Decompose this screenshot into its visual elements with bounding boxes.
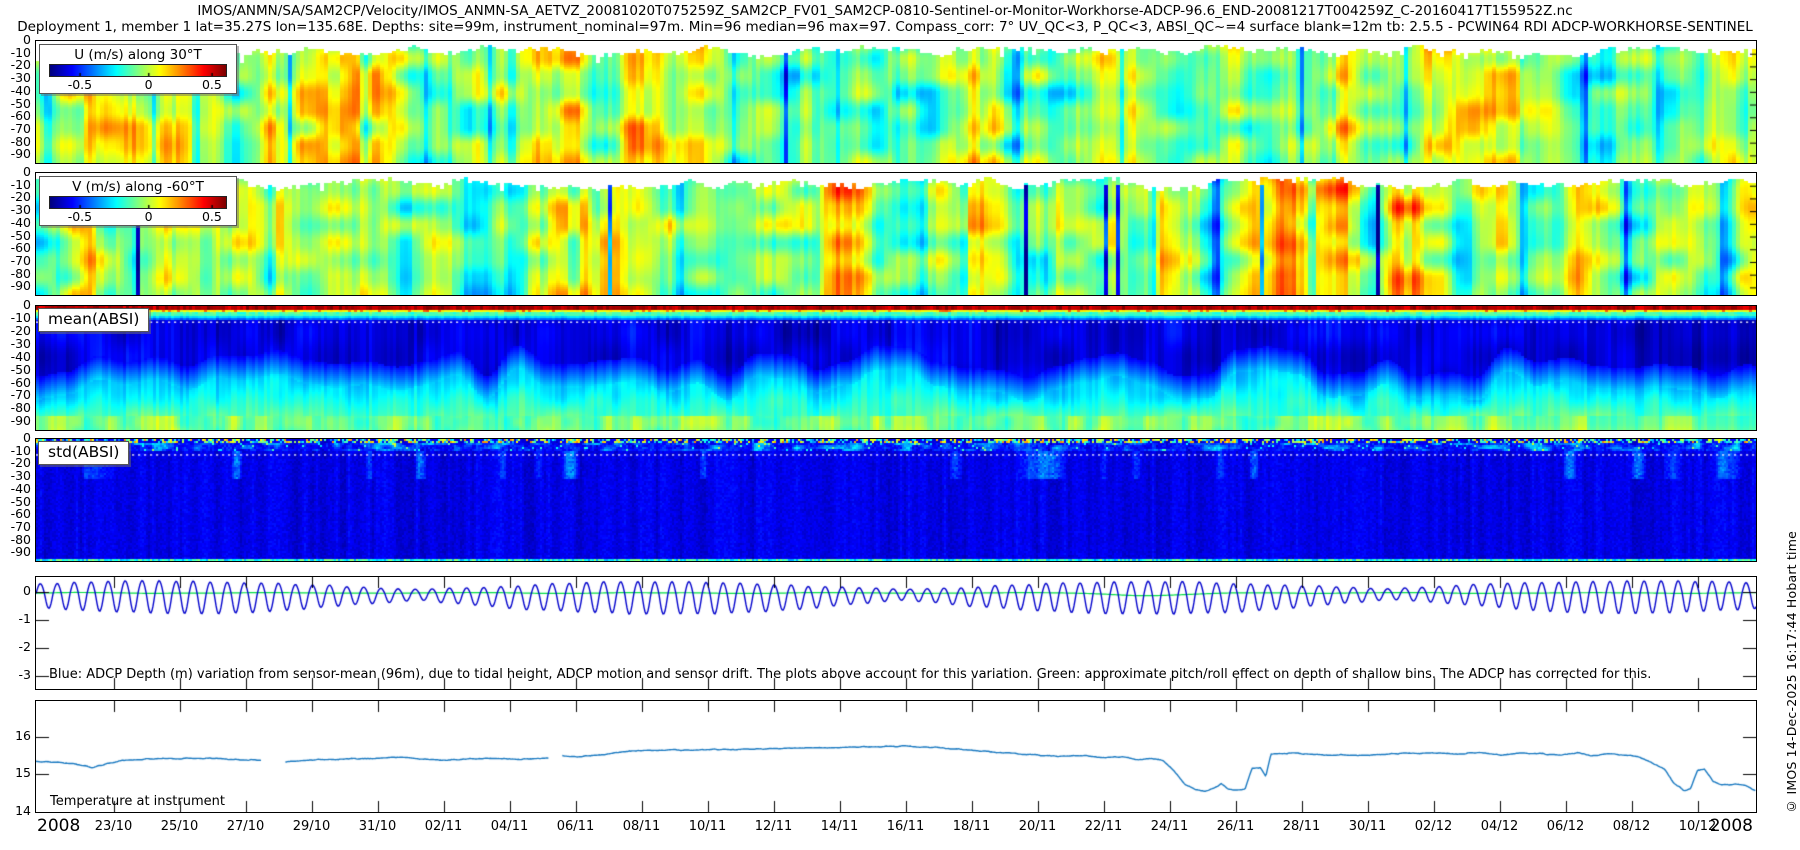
- jet-colorbar: [50, 197, 226, 208]
- y-axis-labels-temperature: 141516: [0, 700, 33, 813]
- x-tick-label: 18/11: [953, 819, 990, 834]
- colorbar-tick-label: 0.5: [202, 77, 222, 92]
- x-tick-label: 10/12: [1679, 819, 1716, 834]
- x-axis-date-labels: 2008 2008 23/1025/1027/1029/1031/1002/11…: [35, 815, 1757, 843]
- v-colorbar-wrap: -0.5 0 0.5: [50, 197, 226, 223]
- y-axis-depth-labels-u: 0-10-20-30-40-50-60-70-80-90: [0, 40, 33, 164]
- y-axis-depth-labels-v: 0-10-20-30-40-50-60-70-80-90: [0, 172, 33, 296]
- colorbar-tick-label: -0.5: [68, 209, 92, 224]
- x-tick-label: 10/11: [689, 819, 726, 834]
- x-tick-label: 29/10: [293, 819, 330, 834]
- x-tick-label: 27/10: [227, 819, 264, 834]
- u-colorbar-wrap: -0.5 0 0.5: [50, 65, 226, 91]
- x-tick-label: 12/11: [755, 819, 792, 834]
- panel-adcp-depth-variation: Blue: ADCP Depth (m) variation from sens…: [35, 576, 1757, 690]
- y-tick-label: 15: [15, 767, 31, 780]
- panel-u-velocity-heatmap: U (m/s) along 30°T -0.5 0 0.5: [35, 40, 1757, 164]
- y-tick-label: 0: [23, 585, 31, 598]
- y-tick-label: -90: [11, 280, 31, 293]
- x-tick-label: 04/11: [491, 819, 528, 834]
- y-axis-labels-depth-variation: 0 -1 -2 -3: [0, 576, 33, 690]
- y-tick-label: -1: [19, 613, 31, 626]
- y-tick-label: -90: [11, 546, 31, 559]
- figure-subtitle-deployment: Deployment 1, member 1 lat=35.27S lon=13…: [0, 19, 1770, 35]
- colorbar-tick-label: 0: [145, 209, 153, 224]
- x-tick-label: 02/12: [1415, 819, 1452, 834]
- x-tick-label: 30/11: [1349, 819, 1386, 834]
- y-tick-label: -90: [11, 148, 31, 161]
- x-tick-label: 23/10: [95, 819, 132, 834]
- y-tick-label: -3: [19, 669, 31, 682]
- x-tick-label: 08/11: [623, 819, 660, 834]
- x-tick-label: 08/12: [1613, 819, 1650, 834]
- depth-variation-caption: Blue: ADCP Depth (m) variation from sens…: [49, 667, 1651, 682]
- x-tick-label: 25/10: [161, 819, 198, 834]
- figure-root: IMOS/ANMN/SA/SAM2CP/Velocity/IMOS_ANMN-S…: [0, 0, 1800, 850]
- x-tick-label: 14/11: [821, 819, 858, 834]
- x-tick-label: 06/12: [1547, 819, 1584, 834]
- y-tick-label: -2: [19, 641, 31, 654]
- panel-mean-absi-heatmap: mean(ABSI): [35, 305, 1757, 431]
- y-tick-label: 16: [15, 730, 31, 743]
- std-absi-label: std(ABSI): [38, 441, 129, 465]
- u-colorbar-ticks: -0.5 0 0.5: [50, 76, 226, 91]
- temperature-label: Temperature at instrument: [50, 794, 225, 809]
- std-absi-heatmap-canvas: [36, 439, 1756, 561]
- x-tick-label: 20/11: [1019, 819, 1056, 834]
- v-heatmap-canvas: [36, 173, 1756, 295]
- y-axis-depth-labels-mean-absi: 0-10-20-30-40-50-60-70-80-90: [0, 305, 33, 431]
- x-tick-label: 31/10: [359, 819, 396, 834]
- panel-temperature: Temperature at instrument: [35, 700, 1757, 813]
- colorbar-tick-label: 0.5: [202, 209, 222, 224]
- x-axis-year-left: 2008: [37, 816, 80, 836]
- jet-colorbar: [50, 65, 226, 76]
- u-heatmap-canvas: [36, 41, 1756, 163]
- panel-v-velocity-heatmap: V (m/s) along -60°T -0.5 0 0.5: [35, 172, 1757, 296]
- u-legend-title: U (m/s) along 30°T: [44, 46, 232, 65]
- x-tick-label: 28/11: [1283, 819, 1320, 834]
- v-colorbar-ticks: -0.5 0 0.5: [50, 208, 226, 223]
- x-tick-label: 22/11: [1085, 819, 1122, 834]
- x-tick-label: 24/11: [1151, 819, 1188, 834]
- mean-absi-heatmap-canvas: [36, 306, 1756, 430]
- imos-watermark: © IMOS 14-Dec-2025 16:17:44 Hobart time: [1784, 531, 1799, 814]
- x-tick-label: 06/11: [557, 819, 594, 834]
- y-tick-label: 14: [15, 805, 31, 818]
- y-tick-label: -90: [11, 415, 31, 428]
- x-tick-label: 26/11: [1217, 819, 1254, 834]
- v-legend-title: V (m/s) along -60°T: [44, 178, 232, 197]
- v-colorbar-legend: V (m/s) along -60°T -0.5 0 0.5: [39, 176, 237, 226]
- panel-std-absi-heatmap: std(ABSI): [35, 438, 1757, 562]
- colorbar-tick-label: 0: [145, 77, 153, 92]
- y-axis-depth-labels-std-absi: 0-10-20-30-40-50-60-70-80-90: [0, 438, 33, 562]
- figure-title-filename: IMOS/ANMN/SA/SAM2CP/Velocity/IMOS_ANMN-S…: [0, 3, 1770, 19]
- u-colorbar-legend: U (m/s) along 30°T -0.5 0 0.5: [39, 44, 237, 94]
- temperature-canvas: [36, 701, 1756, 812]
- colorbar-tick-label: -0.5: [68, 77, 92, 92]
- mean-absi-label: mean(ABSI): [38, 308, 149, 332]
- x-tick-label: 02/11: [425, 819, 462, 834]
- x-tick-label: 04/12: [1481, 819, 1518, 834]
- x-tick-label: 16/11: [887, 819, 924, 834]
